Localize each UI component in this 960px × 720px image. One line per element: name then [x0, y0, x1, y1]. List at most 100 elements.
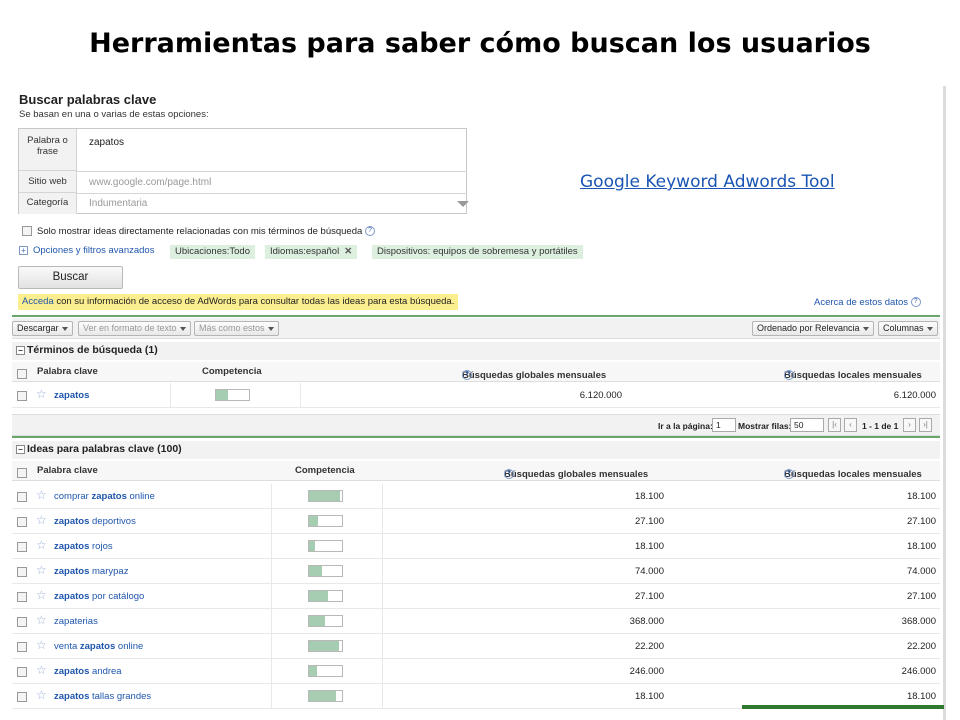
help-icon[interactable]: ?	[504, 469, 514, 479]
star-icon[interactable]: ☆	[36, 588, 47, 602]
cell-divider	[382, 584, 383, 609]
star-icon[interactable]: ☆	[36, 387, 47, 401]
star-icon[interactable]: ☆	[36, 513, 47, 527]
last-page-icon[interactable]: ›|	[919, 418, 932, 432]
rows-per-page-select[interactable]: 50	[790, 418, 824, 432]
cell-divider	[382, 609, 383, 634]
site-input[interactable]: www.google.com/page.html	[89, 177, 211, 188]
help-icon[interactable]: ?	[784, 370, 794, 380]
filter-chip-language[interactable]: Idiomas:español ✕	[265, 245, 358, 259]
keyword-link[interactable]: comprar zapatos online	[54, 491, 155, 502]
keyword-ideas-heading[interactable]: − Ideas para palabras clave (100)	[12, 441, 940, 459]
phrase-input[interactable]: zapatos	[89, 137, 124, 148]
search-terms-heading[interactable]: − Términos de búsqueda (1)	[12, 342, 940, 360]
category-select[interactable]: Indumentaria	[89, 198, 147, 209]
row-checkbox[interactable]	[17, 391, 27, 401]
more-like-button[interactable]: Más como estos	[194, 321, 279, 336]
collapse-icon[interactable]: −	[16, 444, 25, 454]
row-checkbox[interactable]	[17, 642, 27, 652]
keyword-link[interactable]: zapatos tallas grandes	[54, 691, 151, 702]
row-checkbox[interactable]	[17, 492, 27, 502]
global-searches-value: 27.100	[634, 591, 664, 602]
global-searches-value: 22.200	[634, 641, 664, 652]
prev-page-icon[interactable]: ‹	[844, 418, 857, 432]
cell-divider	[300, 383, 301, 408]
star-icon[interactable]: ☆	[36, 563, 47, 577]
advanced-options-label[interactable]: Opciones y filtros avanzados	[33, 245, 154, 256]
page-range: 1 - 1 de 1	[862, 421, 899, 431]
keyword-link[interactable]: zapatos por catálogo	[54, 591, 144, 602]
cell-divider	[271, 634, 272, 659]
advanced-options-toggle[interactable]: + Opciones y filtros avanzados	[19, 245, 154, 256]
star-icon[interactable]: ☆	[36, 613, 47, 627]
collapse-icon[interactable]: −	[16, 345, 25, 355]
chevron-down-icon[interactable]	[457, 201, 469, 207]
row-checkbox[interactable]	[17, 542, 27, 552]
select-all-checkbox[interactable]	[17, 369, 27, 379]
row-checkbox[interactable]	[17, 592, 27, 602]
competition-fill	[216, 390, 228, 400]
keyword-tool-link[interactable]: Google Keyword Adwords Tool	[580, 172, 835, 192]
keyword-link[interactable]: zapaterias	[54, 616, 98, 627]
phrase-label: Palabra o frase	[19, 129, 77, 171]
next-page-icon[interactable]: ›	[903, 418, 916, 432]
local-searches-value: 27.100	[906, 516, 936, 527]
star-icon[interactable]: ☆	[36, 663, 47, 677]
table-row: ☆ zapatos por catálogo 27.100 27.100	[12, 584, 940, 609]
only-related-checkbox[interactable]	[22, 226, 32, 237]
filter-chip-devices[interactable]: Dispositivos: equipos de sobremesa y por…	[372, 245, 583, 259]
competition-bar	[308, 690, 343, 702]
columns-button[interactable]: Columnas	[878, 321, 938, 336]
sort-button[interactable]: Ordenado por Relevancia	[752, 321, 874, 336]
signin-link[interactable]: Acceda	[22, 296, 54, 307]
search-keywords-subtitle: Se basan en una o varias de estas opcion…	[19, 109, 209, 120]
download-button[interactable]: Descargar	[12, 321, 73, 336]
competition-column-header[interactable]: Competencia	[295, 465, 355, 476]
star-icon[interactable]: ☆	[36, 638, 47, 652]
keyword-column-header[interactable]: Palabra clave	[37, 366, 98, 377]
local-searches-value: 18.100	[906, 541, 936, 552]
keyword-link[interactable]: venta zapatos online	[54, 641, 143, 652]
text-view-button[interactable]: Ver en formato de texto	[78, 321, 191, 336]
results-toolbar: Descargar Ver en formato de texto Más co…	[12, 318, 940, 339]
local-searches-value: 246.000	[901, 666, 936, 677]
first-page-icon[interactable]: |‹	[828, 418, 841, 432]
row-checkbox[interactable]	[17, 517, 27, 527]
competition-bar	[308, 515, 343, 527]
cell-divider	[271, 584, 272, 609]
row-checkbox[interactable]	[17, 667, 27, 677]
cell-divider	[382, 634, 383, 659]
help-icon[interactable]: ?	[784, 469, 794, 479]
about-data-link[interactable]: Acerca de estos datos ?	[814, 297, 921, 308]
help-icon[interactable]: ?	[910, 297, 921, 308]
row-checkbox[interactable]	[17, 617, 27, 627]
star-icon[interactable]: ☆	[36, 488, 47, 502]
keyword-link[interactable]: zapatos andrea	[54, 666, 122, 677]
filter-chip-location[interactable]: Ubicaciones:Todo	[170, 245, 255, 259]
help-icon[interactable]: ?	[364, 226, 375, 237]
competition-bar	[308, 590, 343, 602]
cell-divider	[271, 534, 272, 559]
keyword-link[interactable]: zapatos marypaz	[54, 566, 128, 577]
keyword-link[interactable]: zapatos deportivos	[54, 516, 136, 527]
row-checkbox[interactable]	[17, 567, 27, 577]
search-button[interactable]: Buscar	[18, 266, 123, 289]
page-number-input[interactable]: 1	[712, 418, 736, 432]
local-searches-value: 6.120.000	[893, 390, 936, 401]
expand-icon[interactable]: +	[19, 245, 28, 255]
close-icon[interactable]: ✕	[344, 246, 352, 257]
star-icon[interactable]: ☆	[36, 538, 47, 552]
select-all-checkbox[interactable]	[17, 468, 27, 478]
table-row: ☆ zapatos 6.120.000 6.120.000	[12, 383, 940, 408]
keyword-link[interactable]: zapatos	[54, 390, 89, 401]
cell-divider	[382, 684, 383, 709]
chevron-down-icon	[926, 326, 933, 331]
keyword-column-header[interactable]: Palabra clave	[37, 465, 98, 476]
row-checkbox[interactable]	[17, 692, 27, 702]
keyword-link[interactable]: zapatos rojos	[54, 541, 113, 552]
competition-bar	[308, 665, 343, 677]
help-icon[interactable]: ?	[462, 370, 472, 380]
star-icon[interactable]: ☆	[36, 688, 47, 702]
competition-bar	[308, 565, 343, 577]
competition-column-header[interactable]: Competencia	[202, 366, 262, 377]
